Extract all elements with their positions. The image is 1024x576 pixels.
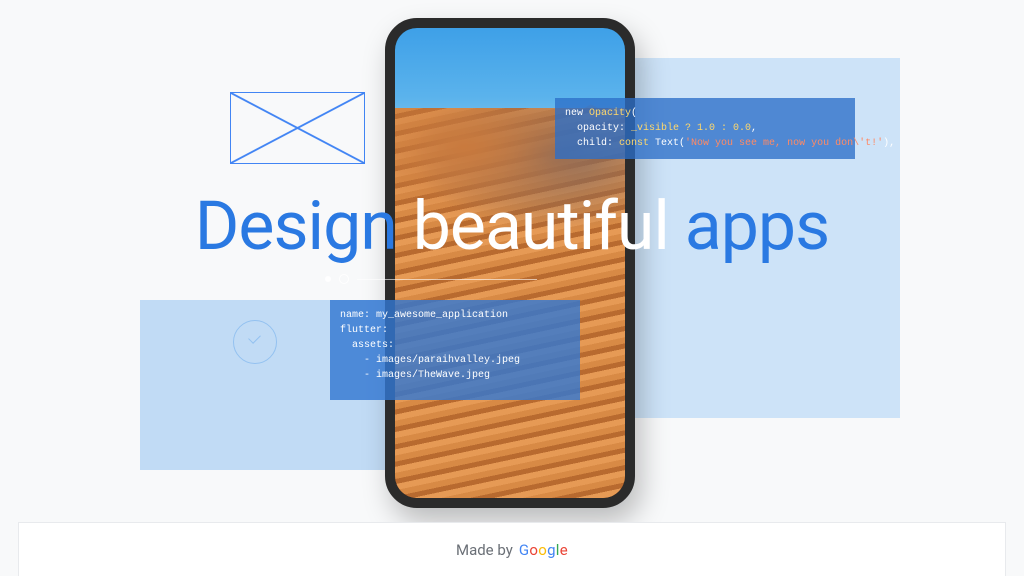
headline-word-1: Design	[195, 186, 413, 266]
google-logo: Google	[519, 541, 568, 559]
check-circle-icon	[233, 320, 277, 364]
indicator-dot[interactable]	[339, 274, 349, 284]
footer-prefix: Made by	[456, 541, 513, 559]
code-snippet-bottom: name: my_awesome_application flutter: as…	[330, 300, 580, 400]
code-snippet-top: new Opacity( opacity: _visible ? 1.0 : 0…	[555, 98, 855, 159]
carousel-indicator	[325, 274, 537, 284]
indicator-dot-active[interactable]	[325, 276, 331, 282]
footer-card: Made by Google	[18, 522, 1006, 576]
phone-mockup	[385, 18, 635, 508]
indicator-line	[357, 279, 537, 280]
hero-section: new Opacity( opacity: _visible ? 1.0 : 0…	[0, 0, 1024, 510]
decor-wireframe-rect	[230, 92, 365, 164]
